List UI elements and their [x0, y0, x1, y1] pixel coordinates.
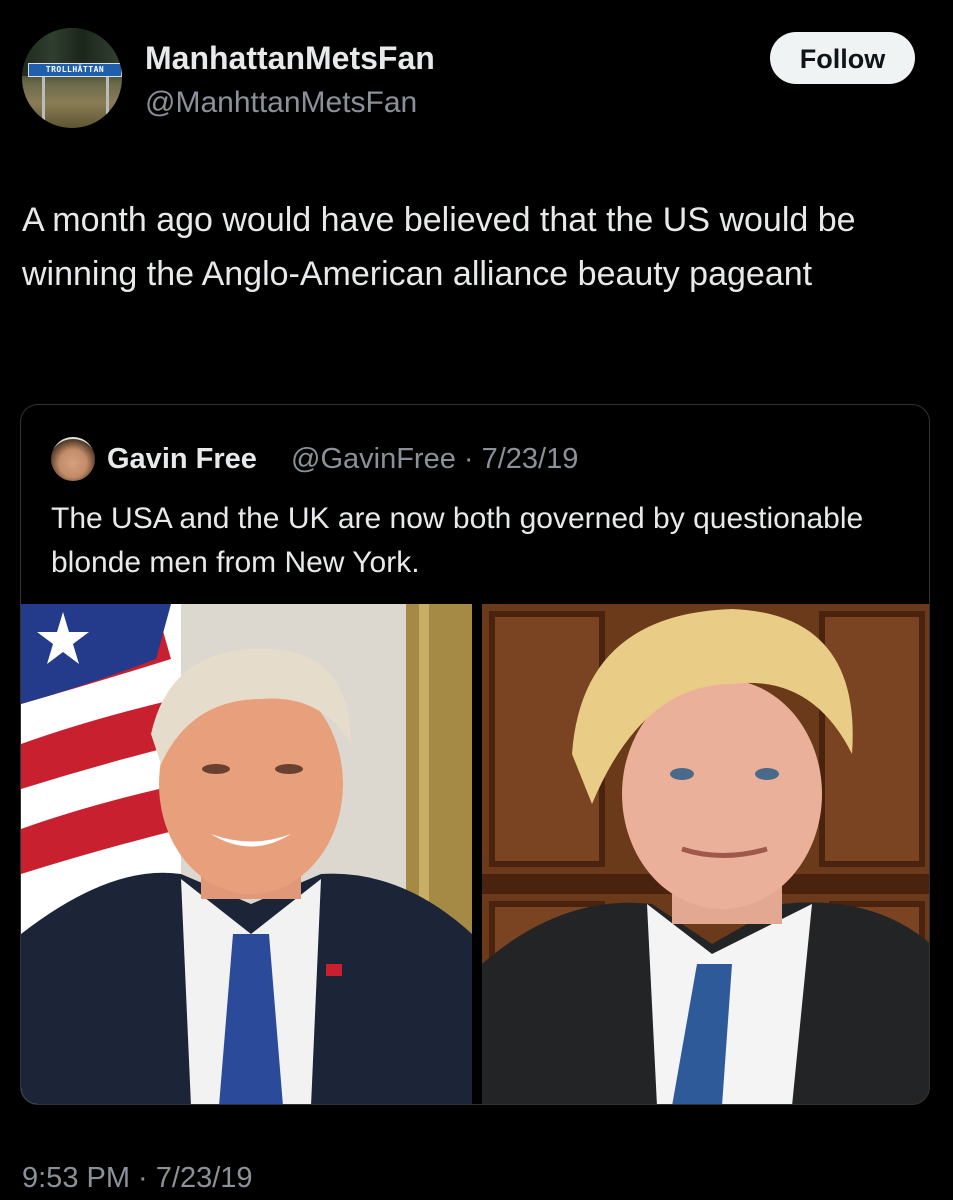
portrait-illustration-left — [21, 604, 472, 1104]
author-avatar[interactable]: TROLLHÄTTAN — [22, 28, 122, 128]
quoted-tweet-text: The USA and the UK are now both governed… — [51, 502, 864, 579]
quoted-author-meta: @GavinFree · 7/23/19 — [291, 443, 579, 475]
author-handle[interactable]: @ManhttanMetsFan — [145, 84, 417, 122]
quoted-photo-right[interactable] — [482, 604, 929, 1104]
portrait-illustration-right — [482, 604, 929, 1104]
quoted-author-name: Gavin Free — [107, 443, 257, 475]
quoted-author-avatar — [51, 437, 95, 481]
quoted-photo-left[interactable] — [21, 604, 472, 1104]
sign-pole — [106, 75, 109, 128]
quoted-tweet-card[interactable]: Gavin Free @GavinFree · 7/23/19 The USA … — [20, 404, 930, 1105]
tweet-timestamp[interactable]: 9:53 PM · 7/23/19 — [22, 1160, 253, 1196]
tweet-text: A month ago would have believed that the… — [22, 201, 856, 293]
photo-divider — [472, 604, 482, 1104]
follow-button[interactable]: Follow — [770, 32, 915, 84]
sign-pole — [42, 75, 45, 128]
author-display-name[interactable]: ManhattanMetsFan — [145, 38, 435, 78]
avatar-road-sign: TROLLHÄTTAN — [28, 63, 122, 77]
